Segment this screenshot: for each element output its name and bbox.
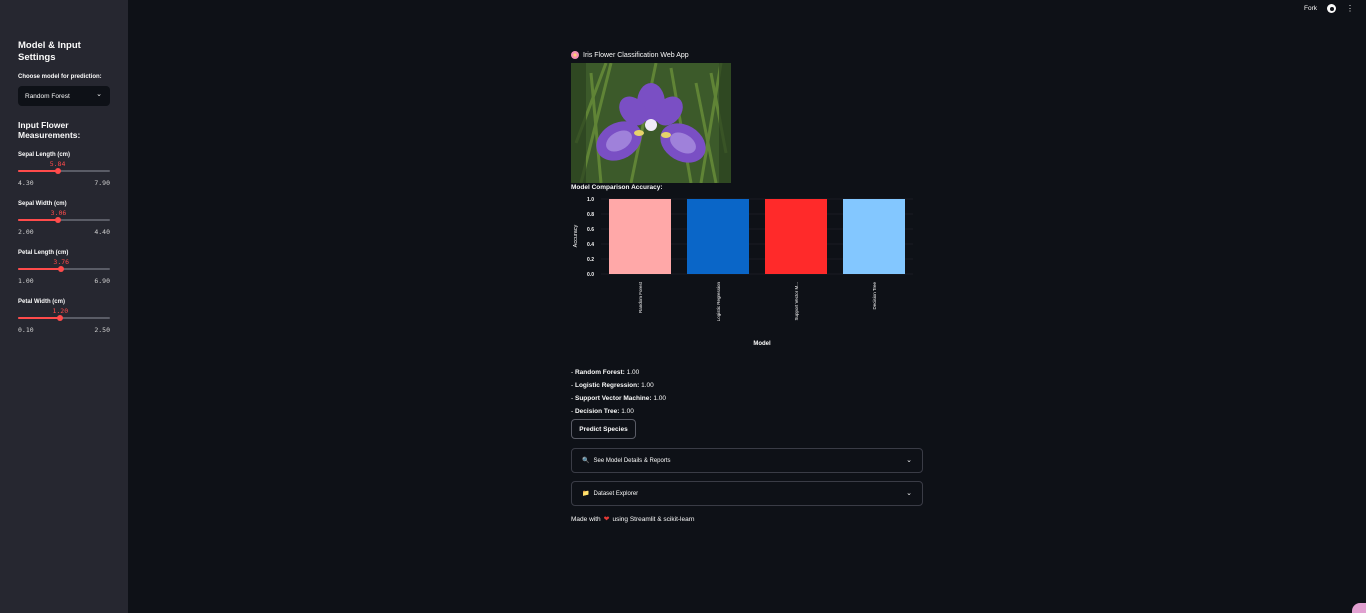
slider-label: Petal Width (cm) bbox=[18, 299, 65, 305]
slider-thumb[interactable] bbox=[55, 217, 62, 223]
slider-value: 3.06 bbox=[50, 209, 67, 217]
x-tick-label: Logistic Regression bbox=[716, 282, 721, 322]
slider-min: 0.10 bbox=[18, 326, 34, 334]
slider-max: 7.90 bbox=[94, 179, 110, 187]
y-axis-label: Accuracy bbox=[573, 224, 579, 247]
slider-track[interactable] bbox=[18, 217, 110, 223]
list-item: - Random Forest: 1.00 bbox=[571, 369, 640, 376]
y-tick-label: 1.0 bbox=[587, 197, 594, 203]
y-tick-label: 0.0 bbox=[587, 272, 594, 278]
slider-min: 4.30 bbox=[18, 179, 34, 187]
slider-min: 2.00 bbox=[18, 228, 34, 236]
x-tick-label: Decision Tree bbox=[872, 282, 877, 310]
x-tick-label: Support Vector M... bbox=[794, 282, 799, 321]
bar bbox=[687, 199, 749, 274]
heart-icon: ❤ bbox=[603, 516, 610, 523]
slider-max: 2.50 bbox=[94, 326, 110, 334]
chevron-down-icon: ⌄ bbox=[906, 490, 912, 497]
slider-fill bbox=[18, 219, 59, 221]
slider-label: Sepal Width (cm) bbox=[18, 201, 67, 207]
predict-species-button[interactable]: Predict Species bbox=[571, 419, 636, 439]
slider-value: 1.20 bbox=[52, 307, 69, 315]
list-item: - Logistic Regression: 1.00 bbox=[571, 382, 654, 389]
bar bbox=[843, 199, 905, 274]
sidebar-title: Model & Input Settings bbox=[18, 40, 81, 63]
x-tick-label: Random Forest bbox=[638, 281, 643, 313]
slider-petal-width[interactable]: Petal Width (cm) 1.20 0.10 2.50 bbox=[18, 299, 110, 339]
slider-petal-length[interactable]: Petal Length (cm) 3.76 1.00 6.90 bbox=[18, 250, 110, 290]
bar bbox=[609, 199, 671, 274]
slider-value: 5.84 bbox=[49, 160, 66, 168]
slider-fill bbox=[18, 317, 61, 319]
chart-title: Model Comparison Accuracy: bbox=[571, 184, 663, 191]
page-title-text: Iris Flower Classification Web App bbox=[583, 51, 689, 59]
slider-label: Sepal Length (cm) bbox=[18, 152, 71, 158]
streamlit-badge[interactable] bbox=[1352, 603, 1366, 613]
top-toolbar: Fork ⋮ bbox=[1304, 4, 1354, 13]
slider-min: 1.00 bbox=[18, 277, 34, 285]
more-menu-icon[interactable]: ⋮ bbox=[1346, 4, 1354, 13]
flower-icon bbox=[571, 51, 579, 59]
slider-label: Petal Length (cm) bbox=[18, 250, 69, 256]
expander-label: Dataset Explorer bbox=[593, 490, 639, 497]
model-select-label: Choose model for prediction: bbox=[18, 74, 102, 80]
chevron-down-icon: ⌄ bbox=[906, 457, 912, 464]
y-tick-label: 0.6 bbox=[587, 227, 594, 233]
model-select-value: Random Forest bbox=[25, 92, 70, 100]
chevron-down-icon: ⌄ bbox=[96, 91, 102, 98]
sidebar: Model & Input Settings Choose model for … bbox=[0, 0, 128, 613]
slider-track[interactable] bbox=[18, 315, 110, 321]
slider-thumb[interactable] bbox=[54, 168, 61, 174]
measurements-title: Input Flower Measurements: bbox=[18, 120, 81, 140]
footer-suffix: using Streamlit & scikit-learn bbox=[612, 515, 695, 523]
slider-max: 6.90 bbox=[94, 277, 110, 285]
folder-icon: 📁 bbox=[582, 491, 590, 497]
slider-track[interactable] bbox=[18, 266, 110, 272]
slider-sepal-length[interactable]: Sepal Length (cm) 5.84 4.30 7.90 bbox=[18, 152, 110, 192]
slider-max: 4.40 bbox=[94, 228, 110, 236]
x-axis-label: Model bbox=[753, 341, 771, 347]
fork-button[interactable]: Fork bbox=[1304, 5, 1317, 12]
slider-track[interactable] bbox=[18, 168, 110, 174]
list-item: - Support Vector Machine: 1.00 bbox=[571, 395, 667, 402]
y-tick-label: 0.8 bbox=[587, 212, 594, 218]
bar bbox=[765, 199, 827, 274]
search-icon: 🔍 bbox=[582, 458, 590, 464]
footer: Made with ❤ using Streamlit & scikit-lea… bbox=[571, 515, 695, 524]
accuracy-list: - Random Forest: 1.00 - Logistic Regress… bbox=[571, 368, 666, 420]
expander-dataset-explorer[interactable]: 📁 Dataset Explorer ⌄ bbox=[571, 481, 923, 506]
slider-thumb[interactable] bbox=[57, 315, 64, 321]
slider-fill bbox=[18, 268, 62, 270]
model-select[interactable]: Random Forest ⌄ bbox=[18, 86, 110, 106]
y-tick-label: 0.4 bbox=[587, 242, 594, 248]
slider-value: 3.76 bbox=[53, 258, 70, 266]
page-title: Iris Flower Classification Web App bbox=[571, 51, 689, 59]
iris-flower-image bbox=[571, 63, 731, 183]
github-icon[interactable] bbox=[1327, 4, 1336, 13]
slider-sepal-width[interactable]: Sepal Width (cm) 3.06 2.00 4.40 bbox=[18, 201, 110, 241]
footer-prefix: Made with bbox=[571, 515, 601, 523]
expander-model-details[interactable]: 🔍 See Model Details & Reports ⌄ bbox=[571, 448, 923, 473]
y-tick-label: 0.2 bbox=[587, 257, 594, 263]
slider-fill bbox=[18, 170, 58, 172]
slider-thumb[interactable] bbox=[58, 266, 65, 272]
accuracy-bar-chart: 0.0 0.2 0.4 0.6 0.8 1.0 Random Forest Logistic… bbox=[573, 197, 913, 347]
expander-label: See Model Details & Reports bbox=[593, 457, 671, 464]
